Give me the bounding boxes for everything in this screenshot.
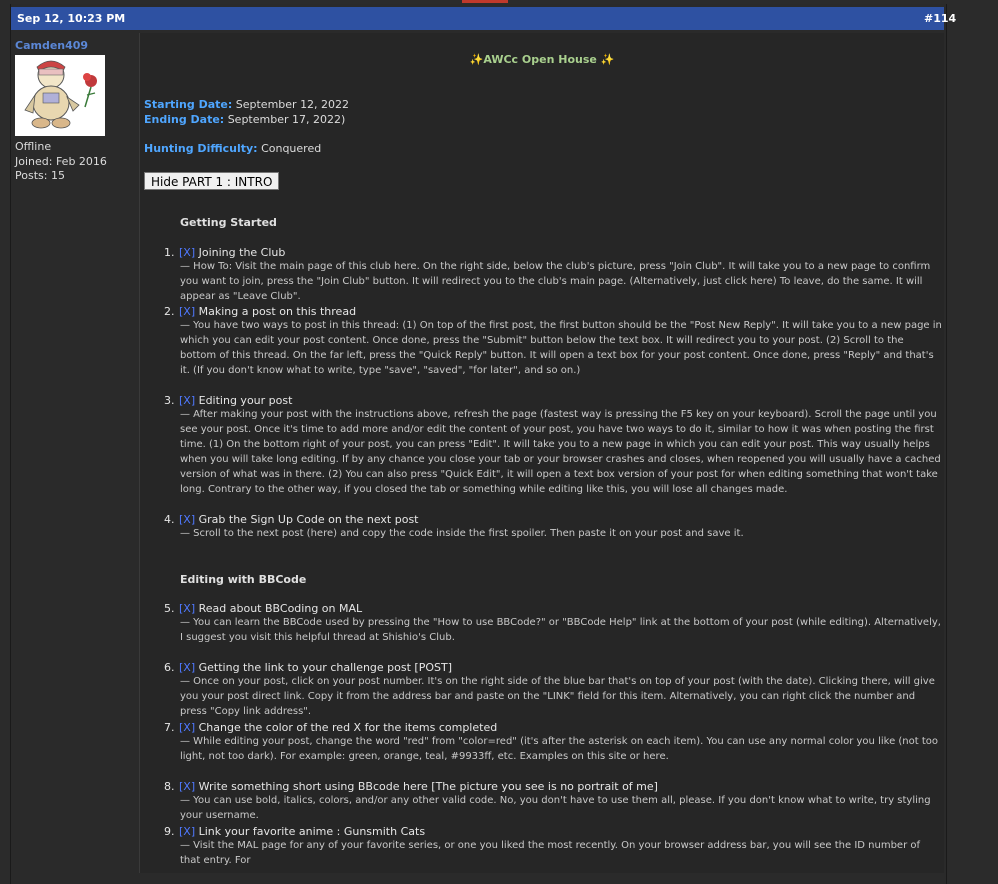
difficulty-label: Hunting Difficulty: <box>144 142 258 155</box>
list-item: 1. [X] Joining the Club — How To: Visit t… <box>164 246 942 304</box>
item-marker: [X] <box>179 513 196 526</box>
item-title: Link your favorite anime : Gunsmith Cats <box>198 825 426 838</box>
list-item: 9. [X] Link your favorite anime : Gunsmit… <box>164 825 942 868</box>
username-link[interactable]: Camden409 <box>15 39 88 52</box>
post-count: Posts: 15 <box>15 169 65 182</box>
item-number: 4. <box>164 513 175 526</box>
post-date: Sep 12, 10:23 PM <box>17 12 126 25</box>
active-tab-indicator <box>462 0 508 3</box>
item-title: Change the color of the red X for the it… <box>198 721 498 734</box>
list-item: 8. [X] Write something short using BBcode… <box>164 780 942 823</box>
item-number: 8. <box>164 780 175 793</box>
user-panel: Camden409 Offline Joined: Feb 2016 Posts… <box>11 33 140 873</box>
difficulty-value: Conquered <box>261 142 322 155</box>
item-description: — While editing your post, change the wo… <box>180 736 939 762</box>
item-marker: [X] <box>179 825 196 838</box>
item-title: Joining the Club <box>198 246 286 259</box>
avatar[interactable] <box>15 55 105 136</box>
section-heading-getting-started: Getting Started <box>180 216 277 229</box>
item-number: 7. <box>164 721 175 734</box>
item-number: 5. <box>164 602 175 615</box>
item-description: — How To: Visit the main page of this cl… <box>180 261 931 302</box>
starting-date-value: September 12, 2022 <box>235 98 350 111</box>
ending-date-row: Ending Date: September 17, 2022) <box>144 113 345 126</box>
joined-date: Joined: Feb 2016 <box>15 155 107 168</box>
post-body: ✨AWCc Open House ✨ Starting Date: Septem… <box>140 33 944 873</box>
ending-date-value: September 17, 2022) <box>227 113 346 126</box>
ending-date-label: Ending Date: <box>144 113 225 126</box>
post-number-link[interactable]: #114 <box>924 12 956 25</box>
item-title: Grab the Sign Up Code on the next post <box>198 513 419 526</box>
list-item: 3. [X] Editing your post — After making y… <box>164 394 942 497</box>
avatar-image <box>15 55 105 136</box>
list-item: 7. [X] Change the color of the red X for … <box>164 721 942 764</box>
section-heading-bbcode: Editing with BBCode <box>180 573 307 586</box>
item-description: — You can learn the BBCode used by press… <box>180 617 941 643</box>
item-description: — Visit the MAL page for any of your fav… <box>180 840 921 866</box>
item-description: — You have two ways to post in this thre… <box>180 320 942 376</box>
item-title: Editing your post <box>198 394 293 407</box>
item-number: 6. <box>164 661 175 674</box>
item-marker: [X] <box>179 780 196 793</box>
starting-date-label: Starting Date: <box>144 98 233 111</box>
difficulty-row: Hunting Difficulty: Conquered <box>144 142 321 155</box>
item-number: 9. <box>164 825 175 838</box>
item-description: — You can use bold, italics, colors, and… <box>180 795 931 821</box>
list-item: 2. [X] Making a post on this thread — You… <box>164 305 942 378</box>
starting-date-row: Starting Date: September 12, 2022 <box>144 98 349 111</box>
list-item: 5. [X] Read about BBCoding on MAL — You c… <box>164 602 942 645</box>
item-marker: [X] <box>179 394 196 407</box>
item-marker: [X] <box>179 661 196 674</box>
item-number: 2. <box>164 305 175 318</box>
item-marker: [X] <box>179 721 196 734</box>
item-marker: [X] <box>179 602 196 615</box>
item-marker: [X] <box>179 305 196 318</box>
item-number: 1. <box>164 246 175 259</box>
item-title: Getting the link to your challenge post … <box>198 661 453 674</box>
post-title: ✨AWCc Open House ✨ <box>469 53 615 66</box>
item-title: Making a post on this thread <box>198 305 357 318</box>
item-description: — Scroll to the next post (here) and cop… <box>180 528 744 539</box>
hide-spoiler-button[interactable]: Hide PART 1 : INTRO <box>144 172 280 190</box>
item-marker: [X] <box>179 246 196 259</box>
item-description: — After making your post with the instru… <box>180 409 941 495</box>
item-title: Read about BBCoding on MAL <box>198 602 363 615</box>
post-header: Sep 12, 10:23 PM #114 <box>11 7 956 30</box>
item-description: — Once on your post, click on your post … <box>180 676 935 717</box>
list-item: 6. [X] Getting the link to your challenge… <box>164 661 942 719</box>
item-number: 3. <box>164 394 175 407</box>
list-item: 4. [X] Grab the Sign Up Code on the next … <box>164 513 942 541</box>
item-title: Write something short using BBcode here … <box>198 780 658 793</box>
online-status: Offline <box>15 140 52 153</box>
